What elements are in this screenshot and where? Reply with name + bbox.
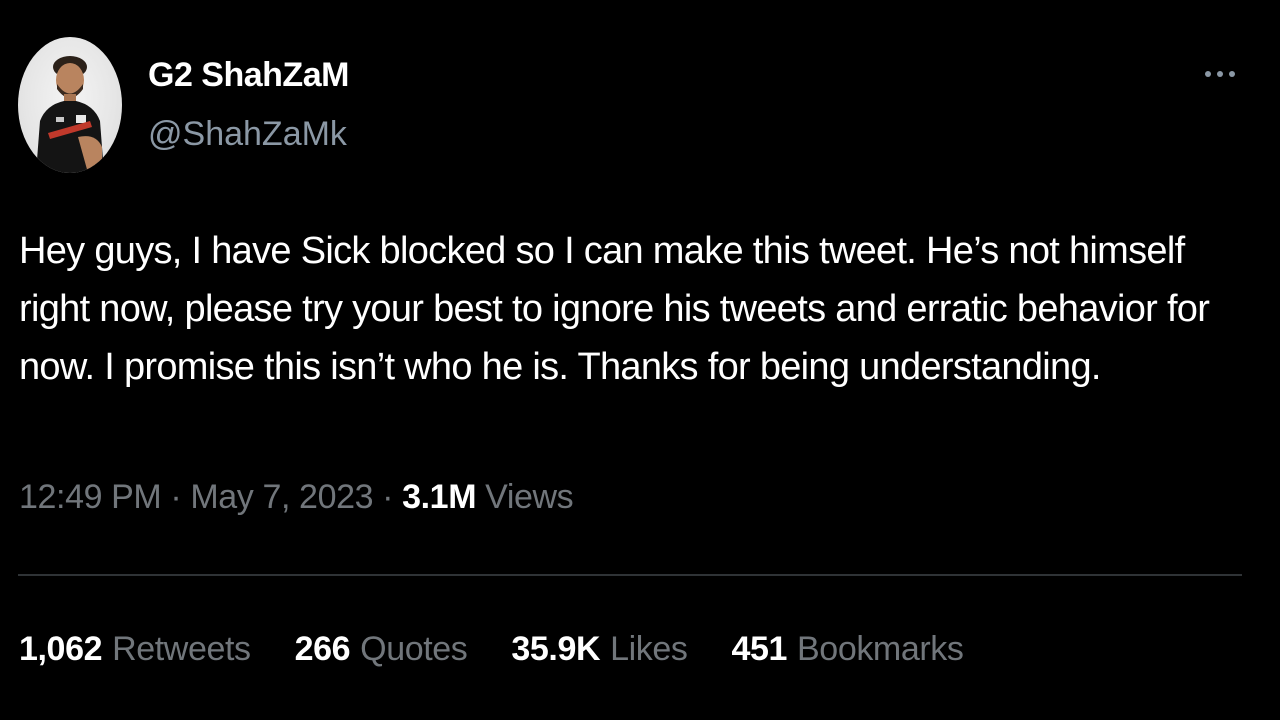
tweet-text: Hey guys, I have Sick blocked so I can m… <box>19 230 1220 388</box>
bookmarks-label: Bookmarks <box>797 630 964 668</box>
quotes-label: Quotes <box>360 630 468 668</box>
divider <box>18 574 1242 576</box>
retweets-stat[interactable]: 1,062 Retweets <box>19 630 251 669</box>
author-handle[interactable]: @ShahZaMk <box>148 115 347 154</box>
more-options-icon <box>1205 71 1235 77</box>
views-label: Views <box>485 478 574 516</box>
retweets-label: Retweets <box>112 630 251 668</box>
bookmarks-count: 451 <box>731 630 788 668</box>
meta-separator: · <box>170 478 182 516</box>
retweets-count: 1,062 <box>19 630 103 668</box>
quotes-count: 266 <box>294 630 351 668</box>
meta-separator: · <box>382 478 394 516</box>
avatar[interactable] <box>18 37 122 173</box>
tweet-date[interactable]: May 7, 2023 <box>190 478 373 516</box>
engagement-stats: 1,062 Retweets 266 Quotes 35.9K Likes 45… <box>19 630 964 669</box>
tweet-metadata: 12:49 PM · May 7, 2023 · 3.1M Views <box>19 478 574 517</box>
likes-stat[interactable]: 35.9K Likes <box>511 630 688 669</box>
profile-photo-icon <box>36 56 104 173</box>
tweet-card: G2 ShahZaM @ShahZaMk Hey guys, I have Si… <box>0 0 1280 720</box>
bookmarks-stat[interactable]: 451 Bookmarks <box>732 630 964 669</box>
more-options-button[interactable] <box>1196 62 1244 86</box>
likes-label: Likes <box>610 630 688 668</box>
quotes-stat[interactable]: 266 Quotes <box>295 630 468 669</box>
views-count: 3.1M <box>402 478 477 516</box>
author-display-name[interactable]: G2 ShahZaM <box>148 56 349 95</box>
tweet-time[interactable]: 12:49 PM <box>19 478 162 516</box>
likes-count: 35.9K <box>511 630 601 668</box>
